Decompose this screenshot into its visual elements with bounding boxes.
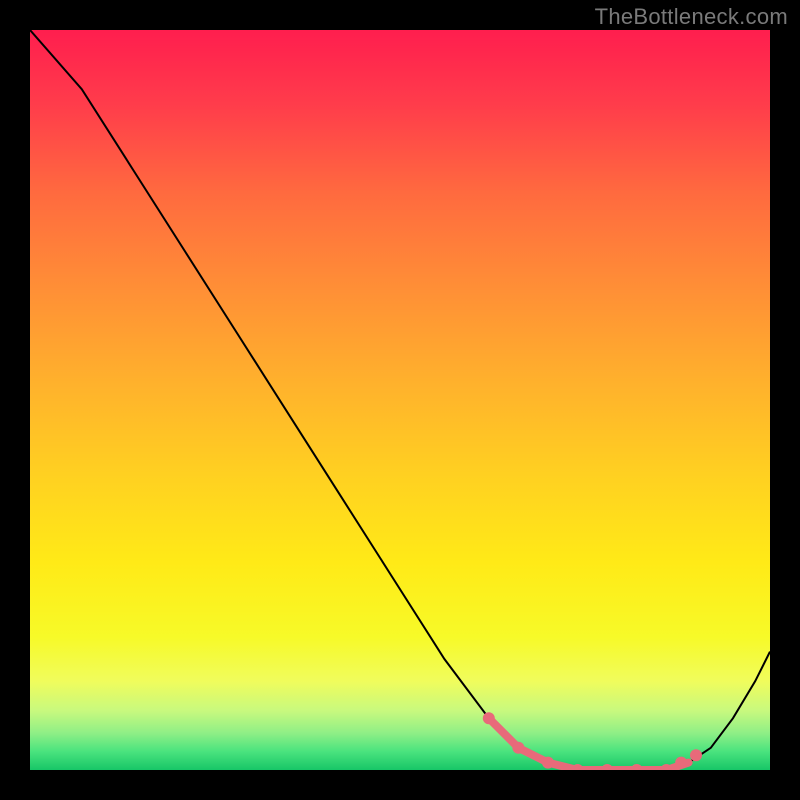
chart-canvas [30,30,770,770]
optimal-marker [675,757,687,769]
optimal-marker [542,757,554,769]
chart-frame: TheBottleneck.com [0,0,800,800]
optimal-marker [690,749,702,761]
optimal-marker [512,742,524,754]
watermark-text: TheBottleneck.com [595,4,788,30]
optimal-marker [483,712,495,724]
heatmap-background [30,30,770,770]
